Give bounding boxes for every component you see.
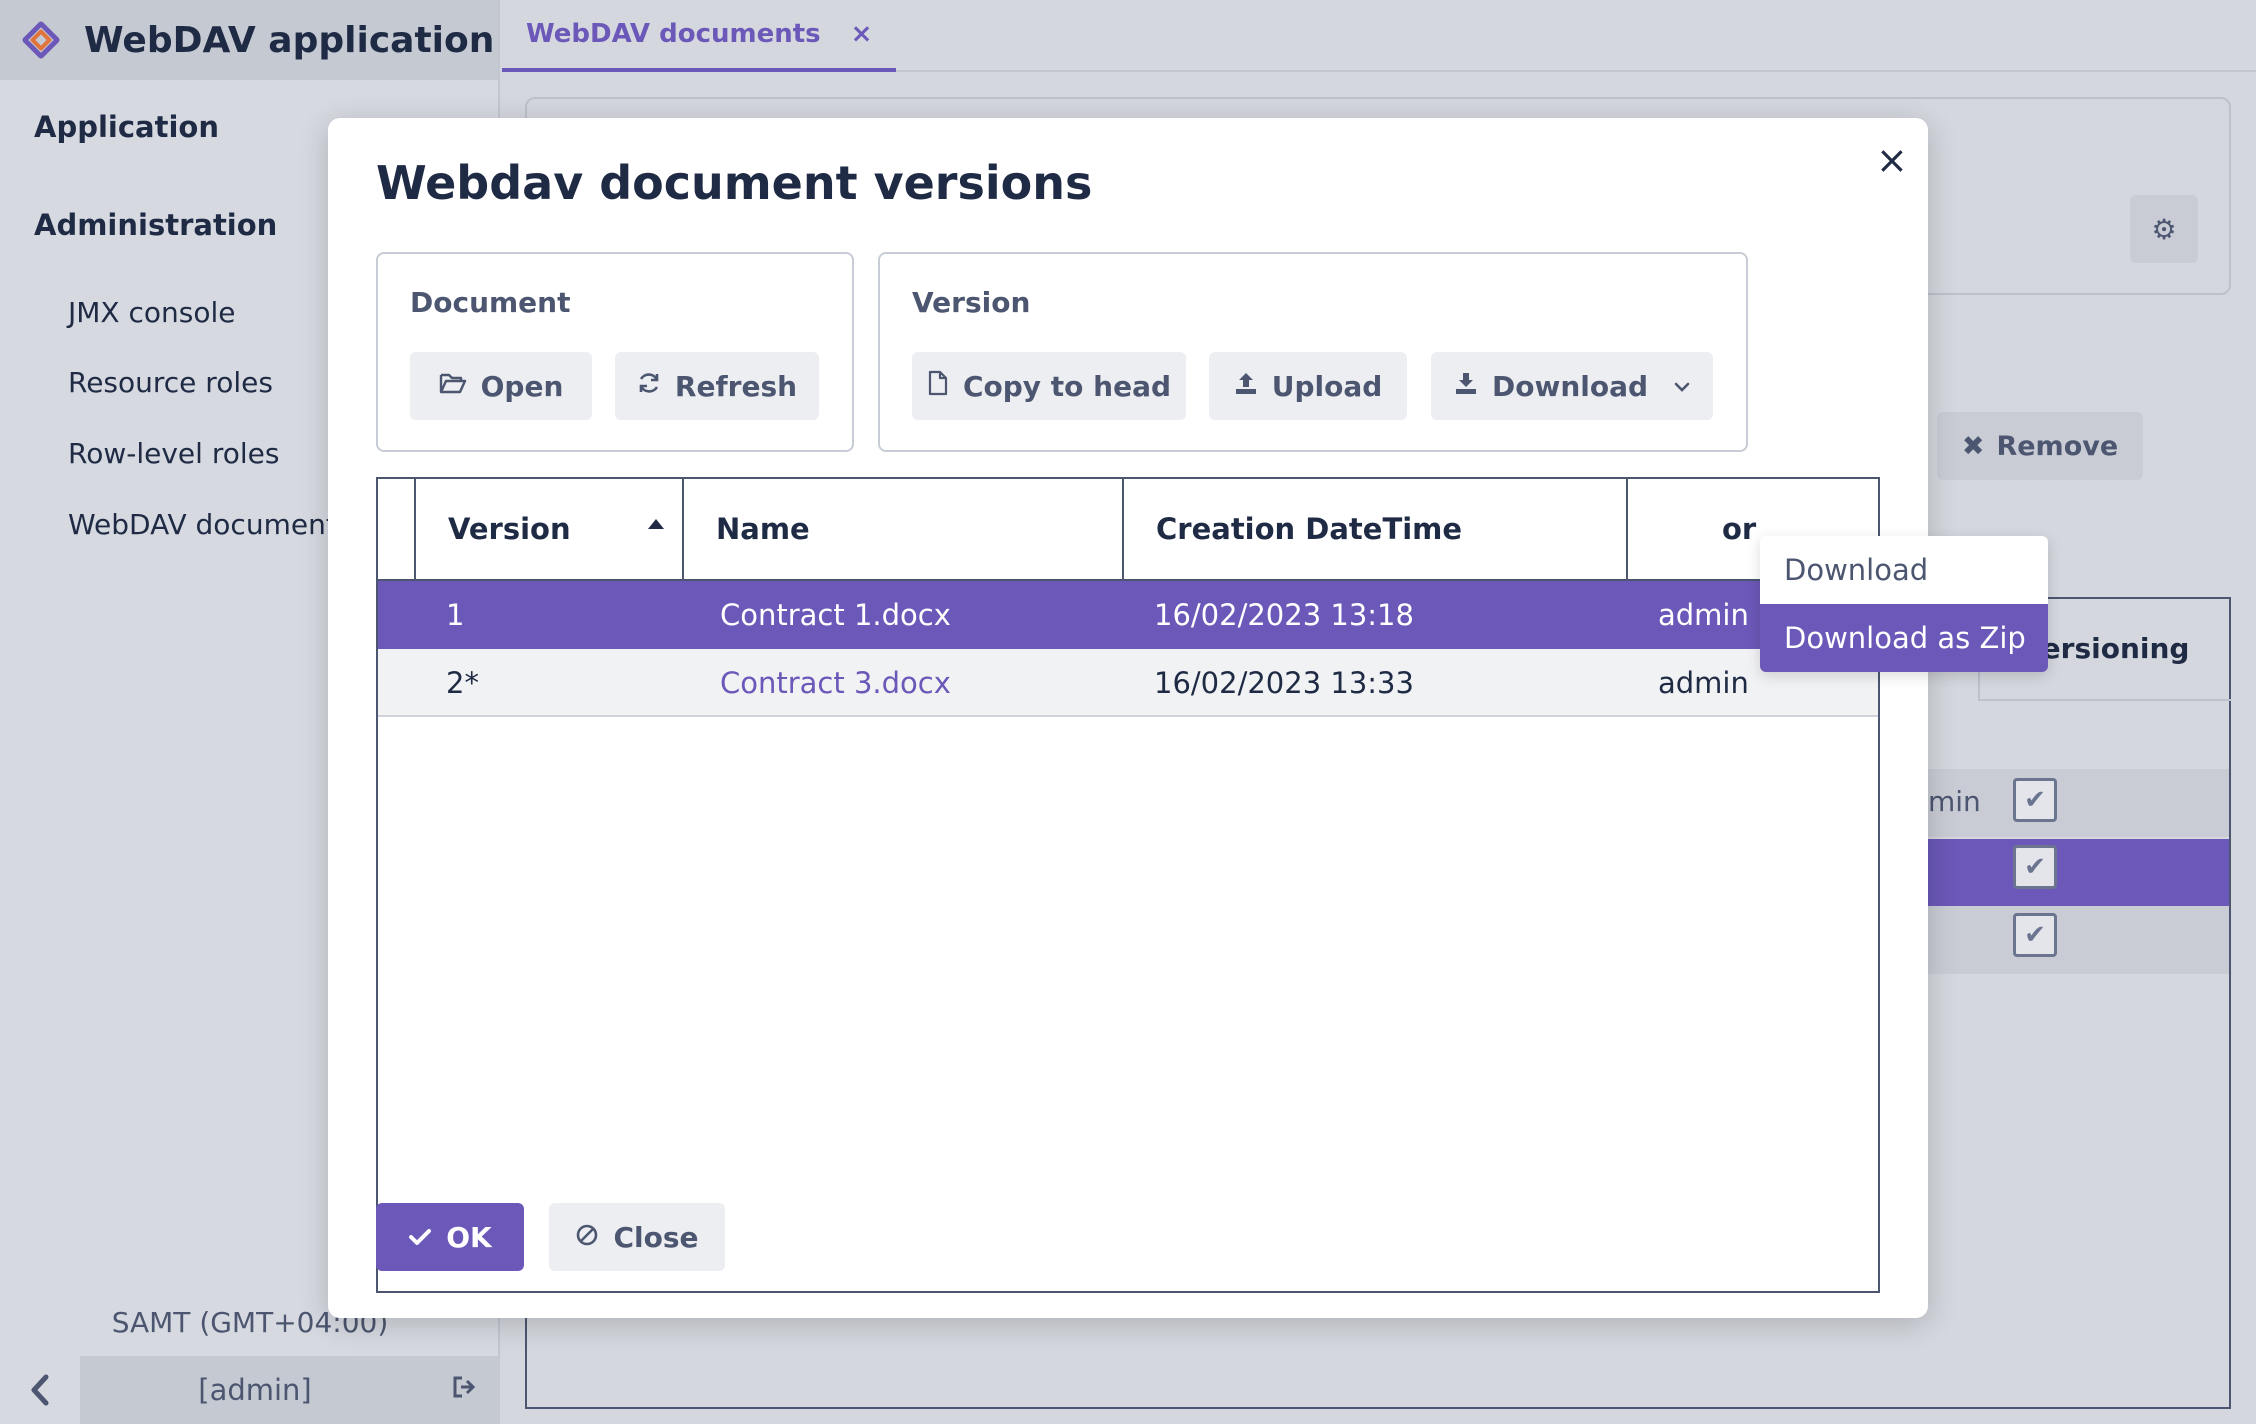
download-button[interactable]: Download: [1431, 352, 1713, 420]
sort-ascending-icon: [648, 519, 664, 529]
row-text-fragment: min: [1928, 785, 1981, 818]
current-user[interactable]: [admin]: [80, 1373, 430, 1407]
sidebar-item-resource-roles[interactable]: Resource roles: [0, 366, 273, 399]
sidebar-section-administration[interactable]: Administration: [0, 208, 277, 242]
document-versions-dialog: × Webdav document versions Document Open…: [328, 118, 2048, 1318]
cell-author: admin: [1658, 666, 1749, 700]
folder-open-icon: [439, 371, 467, 402]
cell-created: 16/02/2023 13:18: [1154, 598, 1414, 632]
sidebar-footer: [admin]: [0, 1356, 500, 1424]
check-icon: [408, 1221, 432, 1254]
column-header-creation-datetime[interactable]: Creation DateTime: [1122, 479, 1626, 579]
sidebar-item-row-level-roles[interactable]: Row-level roles: [0, 437, 279, 470]
cell-created: 16/02/2023 13:33: [1154, 666, 1414, 700]
download-menu: Download Download as Zip: [1760, 536, 2048, 672]
remove-label: Remove: [1996, 430, 2119, 462]
versions-table: Version Name Creation DateTime or 1 Cont…: [376, 477, 1880, 1293]
logout-icon[interactable]: [430, 1375, 500, 1405]
sidebar-item-webdav-documents[interactable]: WebDAV documents: [0, 508, 351, 541]
download-label: Download: [1491, 369, 1649, 403]
chevron-down-icon: [1674, 374, 1690, 398]
versioning-checkbox[interactable]: ✔: [2013, 913, 2057, 957]
copy-to-head-button[interactable]: Copy to head: [912, 352, 1186, 420]
cell-version: 2*: [446, 666, 479, 700]
version-group-title: Version: [912, 286, 1031, 319]
column-header-version[interactable]: Version: [414, 479, 682, 579]
ok-label: OK: [446, 1220, 492, 1254]
refresh-button[interactable]: Refresh: [615, 352, 819, 420]
copy-to-head-label: Copy to head: [962, 369, 1172, 403]
open-label: Open: [480, 369, 564, 403]
app-title: WebDAV application: [84, 19, 495, 61]
cell-name[interactable]: Contract 3.docx: [720, 649, 951, 717]
close-button[interactable]: Close: [549, 1203, 725, 1271]
column-header-name[interactable]: Name: [682, 479, 1122, 579]
close-icon: ✖: [1961, 430, 1985, 462]
row-selector-header: [378, 479, 414, 579]
upload-icon: [1234, 371, 1258, 402]
dialog-title: Webdav document versions: [376, 156, 1093, 210]
file-icon: [927, 370, 949, 403]
gear-icon: ⚙: [2151, 212, 2177, 246]
chevron-left-icon: [31, 1374, 49, 1406]
cell-version: 1: [446, 598, 465, 632]
document-group: Document Open Refresh: [376, 252, 854, 452]
table-row[interactable]: 2* Contract 3.docx 16/02/2023 13:33 admi…: [378, 649, 1878, 717]
ok-button[interactable]: OK: [376, 1203, 524, 1271]
cell-author: admin: [1658, 598, 1749, 632]
cell-name[interactable]: Contract 1.docx: [720, 581, 951, 649]
tab-bar: WebDAV documents ×: [502, 0, 2256, 72]
app-logo-icon: [20, 19, 62, 61]
refresh-icon: [637, 371, 661, 402]
upload-label: Upload: [1271, 369, 1383, 403]
column-header-version-label: Version: [448, 512, 571, 546]
refresh-label: Refresh: [674, 369, 798, 403]
menu-item-download[interactable]: Download: [1760, 536, 2048, 604]
document-group-title: Document: [410, 286, 571, 319]
download-icon: [1454, 371, 1478, 402]
table-row[interactable]: 1 Contract 1.docx 16/02/2023 13:18 admin: [378, 581, 1878, 649]
table-header: Version Name Creation DateTime or: [378, 479, 1878, 581]
remove-button[interactable]: ✖ Remove: [1937, 412, 2143, 480]
dialog-close-icon[interactable]: ×: [1876, 138, 1908, 182]
menu-item-download-as-zip[interactable]: Download as Zip: [1760, 604, 2048, 672]
settings-button[interactable]: ⚙: [2130, 195, 2198, 263]
tab-webdav-documents[interactable]: WebDAV documents ×: [502, 0, 897, 72]
tab-close-icon[interactable]: ×: [851, 19, 873, 49]
close-label: Close: [613, 1220, 699, 1254]
upload-button[interactable]: Upload: [1209, 352, 1407, 420]
version-group: Version Copy to head Upload Download: [878, 252, 1748, 452]
sidebar-item-jmx-console[interactable]: JMX console: [0, 296, 236, 329]
ban-icon: [575, 1221, 599, 1254]
collapse-sidebar-button[interactable]: [0, 1356, 80, 1424]
versioning-checkbox[interactable]: ✔: [2013, 845, 2057, 889]
sidebar-header: WebDAV application: [0, 0, 498, 80]
tab-label: WebDAV documents: [526, 19, 821, 49]
open-button[interactable]: Open: [410, 352, 592, 420]
sidebar-section-application[interactable]: Application: [0, 110, 219, 144]
versioning-checkbox[interactable]: ✔: [2013, 778, 2057, 822]
